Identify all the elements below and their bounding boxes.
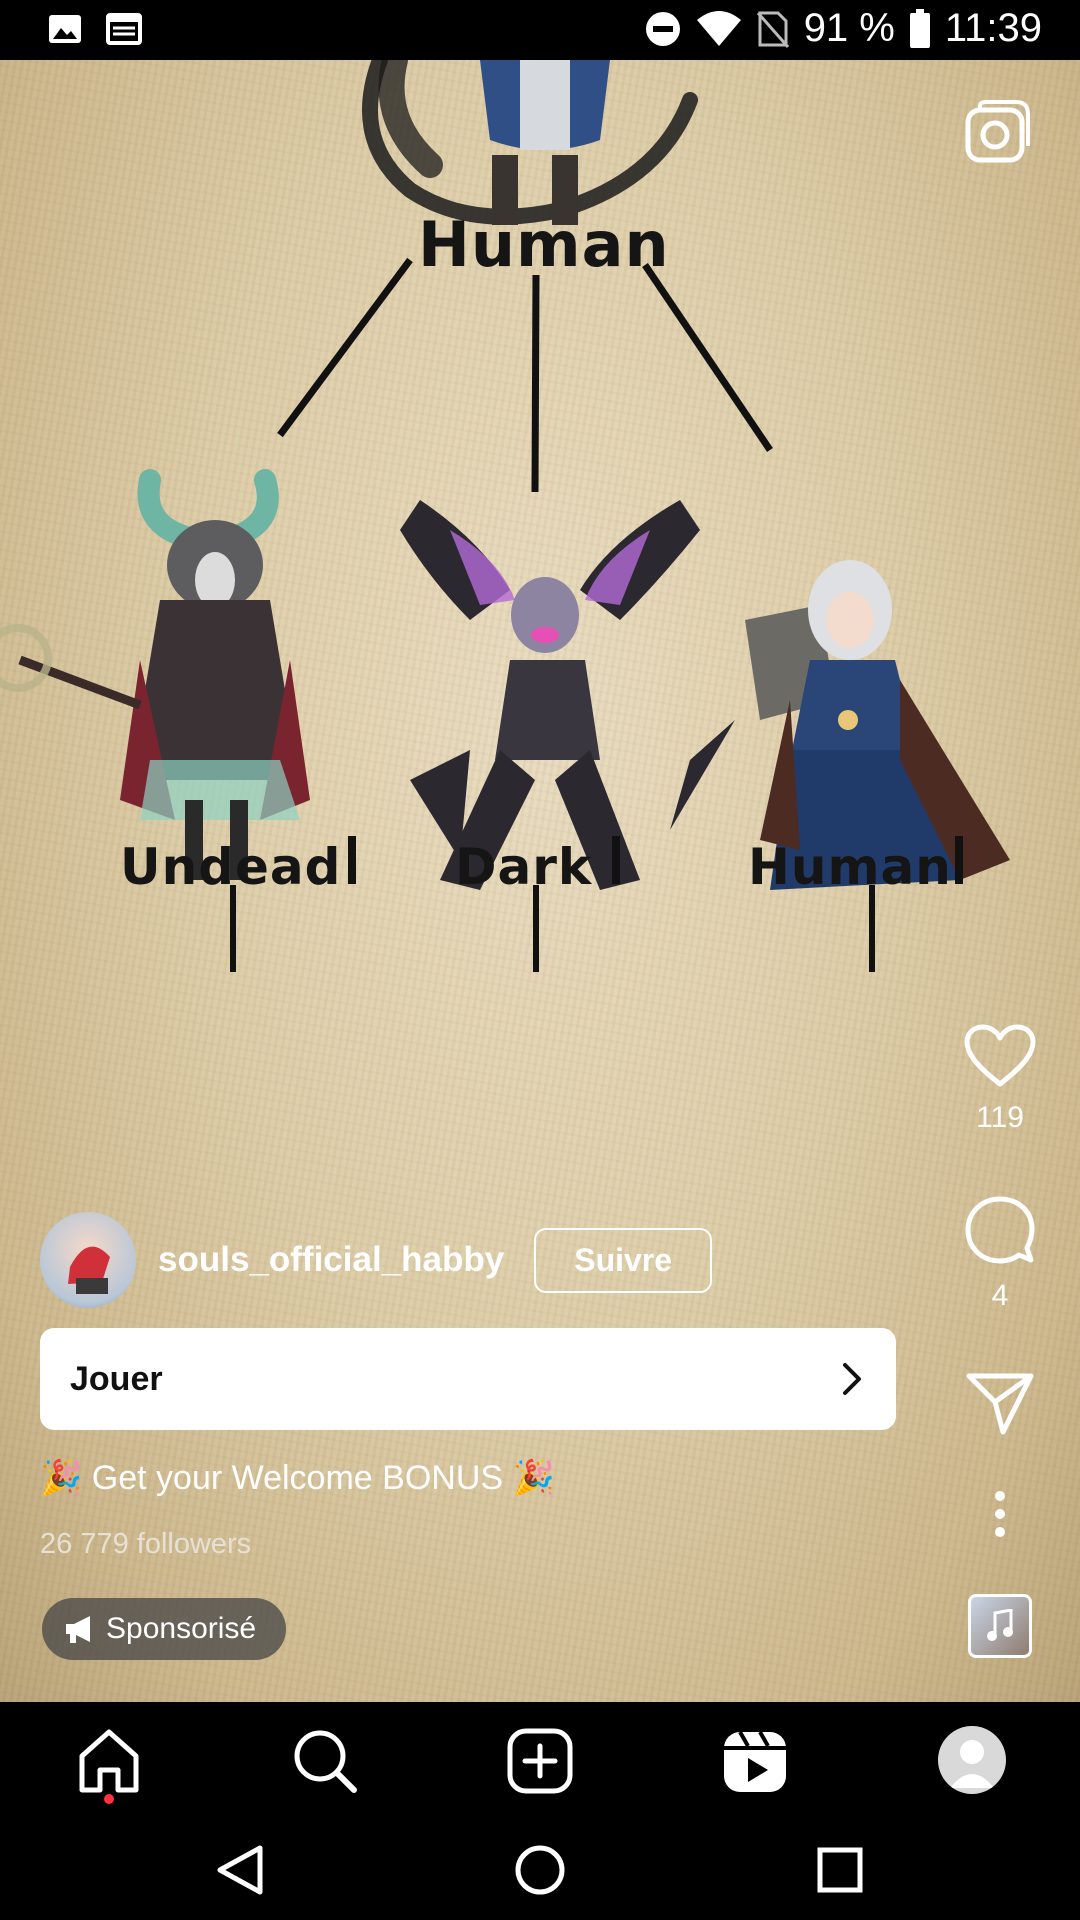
avatar[interactable] [40, 1212, 136, 1308]
chevron-right-icon [843, 1363, 861, 1395]
home-circle-icon[interactable] [512, 1842, 568, 1898]
sponsored-badge: Sponsorisé [42, 1598, 287, 1660]
megaphone-icon [66, 1616, 90, 1643]
comment-icon[interactable] [965, 1196, 1035, 1266]
create-post-icon[interactable] [505, 1726, 575, 1796]
avatar-image [68, 1246, 110, 1294]
home-notification-dot [104, 1794, 114, 1804]
camera-icon[interactable] [964, 100, 1032, 168]
followers-count: 26 779 followers [40, 1528, 252, 1560]
play-button[interactable]: Jouer [40, 1328, 896, 1430]
profile-row: souls_official_habby Suivre [40, 1212, 713, 1308]
audio-thumbnail[interactable] [968, 1594, 1032, 1658]
audio-action[interactable] [950, 1594, 1050, 1663]
news-icon [106, 13, 142, 45]
comment-count: 4 [991, 1279, 1009, 1312]
label-human: Human [748, 838, 952, 896]
label-undead: Undead [120, 838, 342, 896]
status-bar: 91 % 11:39 [0, 0, 1080, 60]
username[interactable]: souls_official_habby [158, 1240, 504, 1280]
home-icon[interactable] [74, 1726, 144, 1796]
search-icon[interactable] [290, 1726, 360, 1796]
recents-icon[interactable] [812, 1842, 868, 1898]
like-action[interactable]: 119 [950, 1024, 1050, 1135]
battery-percent: 91 % [803, 6, 895, 50]
like-count: 119 [976, 1101, 1024, 1134]
music-note-icon [987, 1609, 1013, 1641]
more-action[interactable] [950, 1490, 1050, 1543]
play-button-label: Jouer [70, 1359, 163, 1398]
follow-button[interactable]: Suivre [534, 1227, 713, 1293]
battery-icon [909, 8, 930, 48]
reels-icon[interactable] [720, 1726, 790, 1796]
send-icon[interactable] [965, 1372, 1035, 1436]
divider-human [955, 836, 963, 884]
bottom-nav [0, 1702, 1080, 1820]
share-action[interactable] [950, 1372, 1050, 1441]
heart-icon[interactable] [964, 1024, 1036, 1088]
image-icon [49, 15, 81, 43]
label-top-human: Human [418, 208, 670, 281]
reel-video[interactable]: Human Undead Dark Human [0, 60, 1080, 1702]
label-dark: Dark [455, 838, 593, 896]
divider-dark [612, 836, 620, 884]
back-icon[interactable] [212, 1842, 268, 1898]
clock: 11:39 [944, 6, 1042, 50]
divider-undead [348, 836, 356, 884]
wifi-icon [696, 10, 741, 46]
system-nav [0, 1820, 1080, 1920]
default-user-icon [950, 1740, 994, 1788]
dnd-icon [645, 11, 680, 46]
no-sim-icon [756, 11, 789, 48]
caption[interactable]: 🎉 Get your Welcome BONUS 🎉 [40, 1458, 555, 1498]
more-vertical-icon[interactable] [990, 1490, 1010, 1538]
comment-action[interactable]: 4 [950, 1196, 1050, 1313]
profile-avatar-icon[interactable] [938, 1726, 1006, 1794]
sponsored-label: Sponsorisé [106, 1612, 257, 1645]
